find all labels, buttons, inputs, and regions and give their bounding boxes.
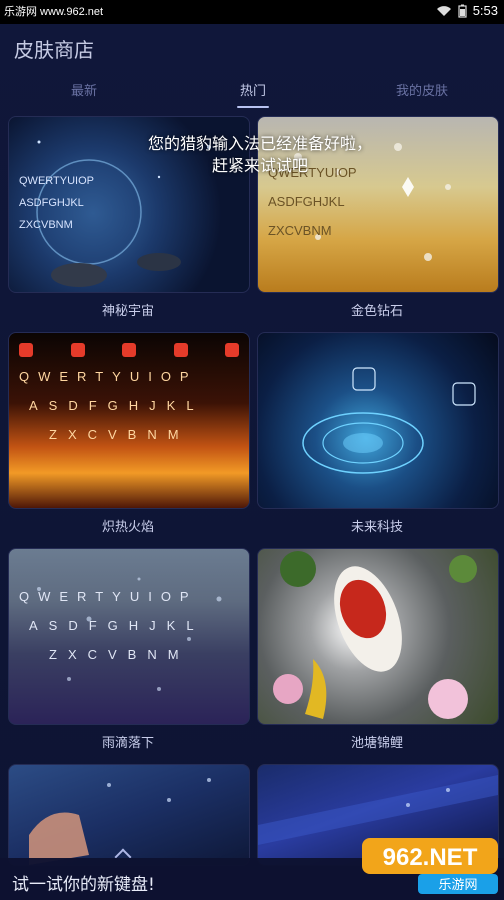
keyboard-row-3: ZXCVBNM <box>49 647 190 662</box>
keyboard-row-3: ZXCVBNM <box>19 219 73 231</box>
keyboard-row-2: ASDFGHJKL <box>268 194 345 209</box>
emoji-icon <box>19 343 33 357</box>
keyboard-preview: QWERTYUIOP ASDFGHJKL ZXCVBNM <box>19 589 239 676</box>
tab-newest[interactable]: 最新 <box>44 80 124 99</box>
tab-my-skins[interactable]: 我的皮肤 <box>382 80 462 99</box>
tab-bar: 最新 热门 我的皮肤 <box>0 80 504 108</box>
tab-popular[interactable]: 热门 <box>213 80 293 99</box>
skin-card-partial-1[interactable] <box>8 764 250 866</box>
skin-name: 金色钻石 <box>350 304 403 319</box>
keyboard-row-1: QWERTYUIOP <box>19 589 198 604</box>
keyboard-row-2: ASDFGHJKL <box>19 197 84 209</box>
keyboard-preview: QWERTYUIOP ASDFGHJKL ZXCVBNM <box>19 343 239 456</box>
skin-name: 池塘锦鲤 <box>350 736 403 751</box>
keyboard-icon <box>173 343 188 357</box>
keyboard-row-2: ASDFGHJKL <box>29 398 205 413</box>
settings-icon <box>225 343 239 357</box>
toast-line-1: 您的猎豹输入法已经准备好啦， <box>147 134 372 153</box>
skin-name: 未来科技 <box>350 520 403 535</box>
skin-name: 神秘宇宙 <box>101 304 154 319</box>
watermark-text: 乐游网 www.962.net <box>4 6 104 18</box>
keyboard-preview: QWERTYUIOP ASDFGHJKL ZXCVBNM <box>19 175 239 245</box>
svg-text:乐游网: 乐游网 <box>438 878 477 893</box>
try-keyboard-prompt: 试一试你的新键盘! <box>12 875 155 895</box>
wifi-icon <box>436 5 451 16</box>
skin-card-koi-pond[interactable] <box>257 548 499 725</box>
clock: 5:53 <box>472 3 498 18</box>
skin-card-fire[interactable]: QWERTYUIOP ASDFGHJKL ZXCVBNM <box>8 332 250 509</box>
skin-preview-image <box>273 551 477 719</box>
shirt-icon <box>70 343 85 357</box>
page-title: 皮肤商店 <box>14 38 94 62</box>
skin-name: 炽热火焰 <box>101 520 154 535</box>
svg-text:962.NET: 962.NET <box>383 844 478 871</box>
skin-card-raindrop[interactable]: QWERTYUIOP ASDFGHJKL ZXCVBNM <box>8 548 250 725</box>
active-tab-indicator <box>237 106 269 108</box>
keyboard-preview: QWERTYUIOP ASDFGHJKL ZXCVBNM <box>268 165 488 252</box>
keyboard-row-1: QWERTYUIOP <box>19 369 198 384</box>
toast-line-2: 赶紧来试试吧 <box>211 156 308 175</box>
battery-icon <box>458 4 467 18</box>
ready-toast: 您的猎豹输入法已经准备好啦， 赶紧来试试吧 <box>100 133 420 177</box>
keyboard-row-3: ZXCVBNM <box>49 427 190 442</box>
status-bar: 乐游网 www.962.net 5:53 <box>0 0 504 24</box>
keyboard-row-1: QWERTYUIOP <box>19 175 94 187</box>
skin-preview-image <box>302 367 476 474</box>
skin-card-tech[interactable] <box>257 332 499 509</box>
keyboard-row-3: ZXCVBNM <box>268 223 332 238</box>
skin-store-screen: 乐游网 www.962.net 5:53 皮肤商店 最新 热门 我的皮肤 QWE… <box>0 0 504 900</box>
status-icons: 5:53 <box>436 3 498 18</box>
keyboard-row-2: ASDFGHJKL <box>29 618 205 633</box>
smiley-icon <box>122 343 136 357</box>
skin-preview-image <box>29 778 211 865</box>
keyboard-toolbar <box>19 343 239 357</box>
brand-logo-icon: 962.NET 乐游网 <box>362 838 498 894</box>
skin-name: 雨滴落下 <box>101 736 154 751</box>
